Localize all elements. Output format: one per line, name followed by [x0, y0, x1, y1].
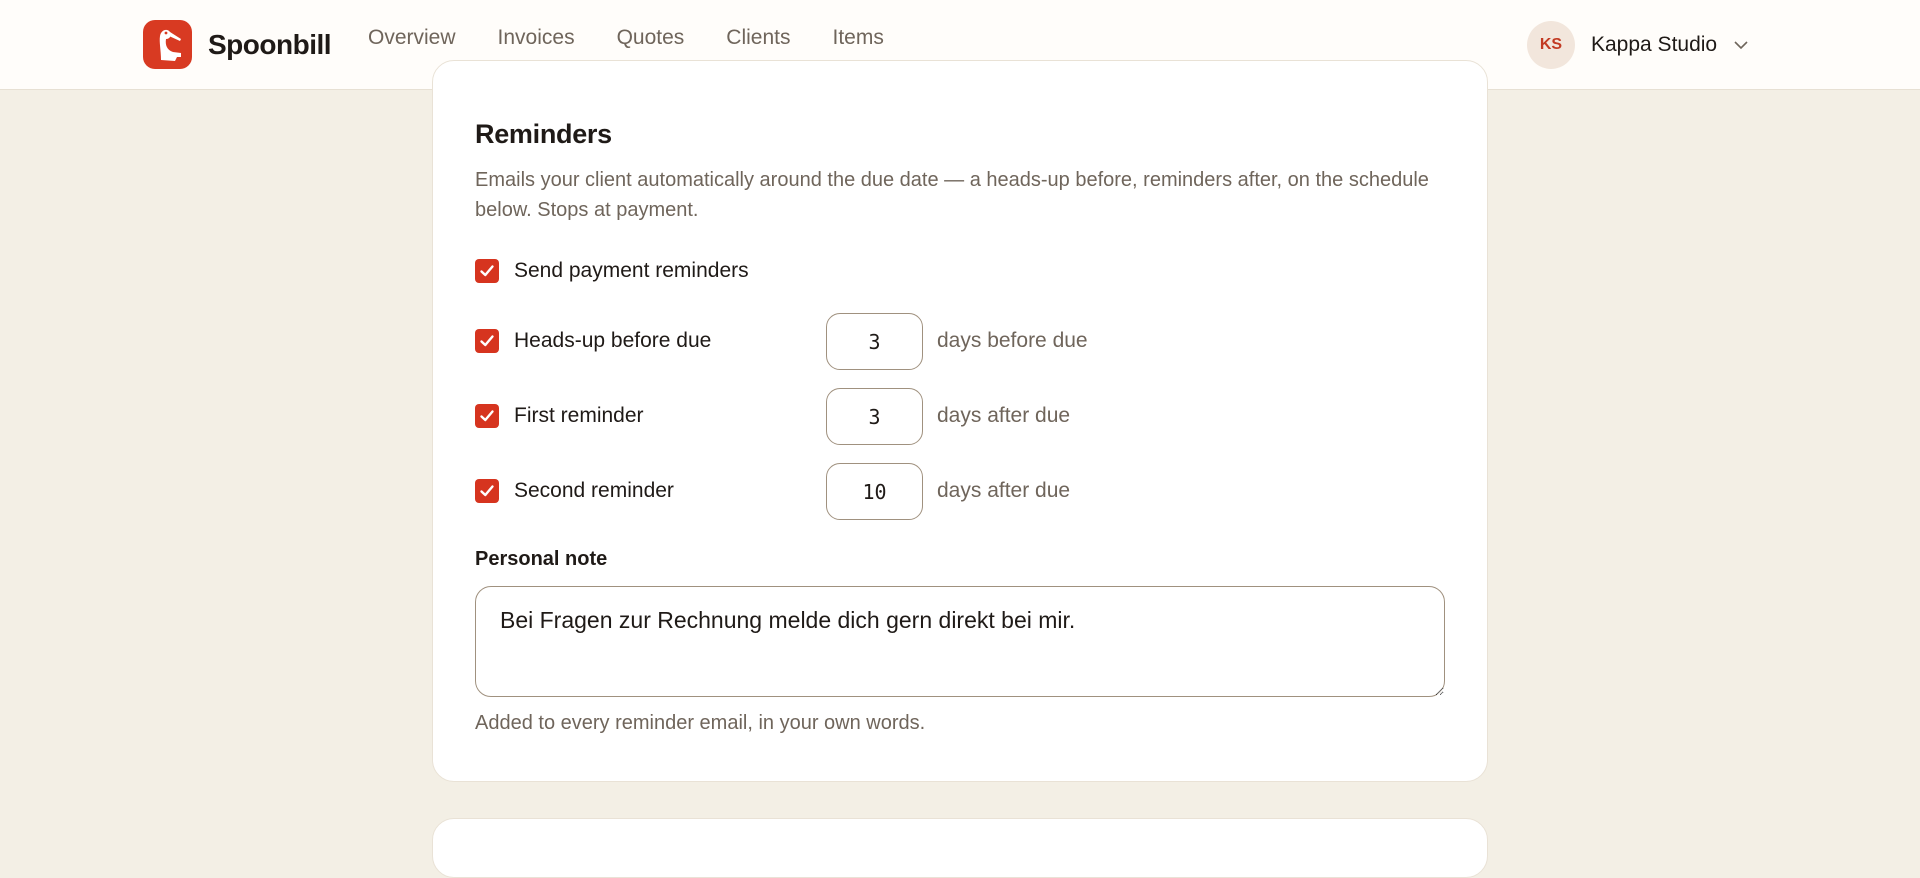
- first-reminder-days-input[interactable]: [826, 388, 923, 445]
- send-reminders-row: Send payment reminders: [475, 259, 749, 283]
- check-icon: [480, 335, 494, 347]
- avatar: KS: [1527, 21, 1575, 69]
- account-menu-button[interactable]: KS Kappa Studio: [1527, 21, 1749, 69]
- nav-items[interactable]: Items: [833, 26, 884, 50]
- personal-note-hint: Added to every reminder email, in your o…: [475, 712, 926, 734]
- section-description: Emails your client automatically around …: [475, 169, 1429, 221]
- send-reminders-label: Send payment reminders: [514, 259, 749, 282]
- brand-name: Spoonbill: [208, 28, 332, 60]
- brand[interactable]: Spoonbill: [143, 20, 332, 69]
- nav-invoices[interactable]: Invoices: [498, 26, 575, 50]
- chevron-down-icon: [1734, 41, 1748, 50]
- personal-note-label: Personal note: [475, 548, 608, 570]
- check-icon: [480, 410, 494, 422]
- section-title: Reminders: [475, 119, 612, 149]
- check-icon: [480, 485, 494, 497]
- first-reminder-label: First reminder: [514, 404, 644, 427]
- second-reminder-label: Second reminder: [514, 479, 674, 502]
- second-reminder-checkbox[interactable]: [475, 479, 499, 503]
- check-icon: [480, 265, 494, 277]
- heads-up-checkbox[interactable]: [475, 329, 499, 353]
- nav-clients[interactable]: Clients: [726, 26, 790, 50]
- nav-overview[interactable]: Overview: [368, 26, 456, 50]
- first-reminder-row: First reminder: [475, 404, 644, 428]
- heads-up-label: Heads-up before due: [514, 329, 712, 352]
- heads-up-unit: days before due: [937, 329, 1088, 352]
- nav-quotes[interactable]: Quotes: [617, 26, 685, 50]
- personal-note-textarea[interactable]: Bei Fragen zur Rechnung melde dich gern …: [475, 586, 1445, 697]
- second-reminder-unit: days after due: [937, 479, 1071, 502]
- heads-up-row: Heads-up before due: [475, 329, 711, 353]
- first-reminder-checkbox[interactable]: [475, 404, 499, 428]
- second-reminder-days-input[interactable]: [826, 463, 923, 520]
- heads-up-days-input[interactable]: [826, 313, 923, 370]
- spoonbill-logo-icon: [143, 20, 192, 69]
- first-reminder-unit: days after due: [937, 404, 1071, 427]
- next-card: [432, 818, 1488, 878]
- second-reminder-row: Second reminder: [475, 479, 674, 503]
- main-nav: Overview Invoices Quotes Clients Items: [368, 26, 884, 50]
- send-reminders-checkbox[interactable]: [475, 259, 499, 283]
- account-name: Kappa Studio: [1591, 33, 1718, 56]
